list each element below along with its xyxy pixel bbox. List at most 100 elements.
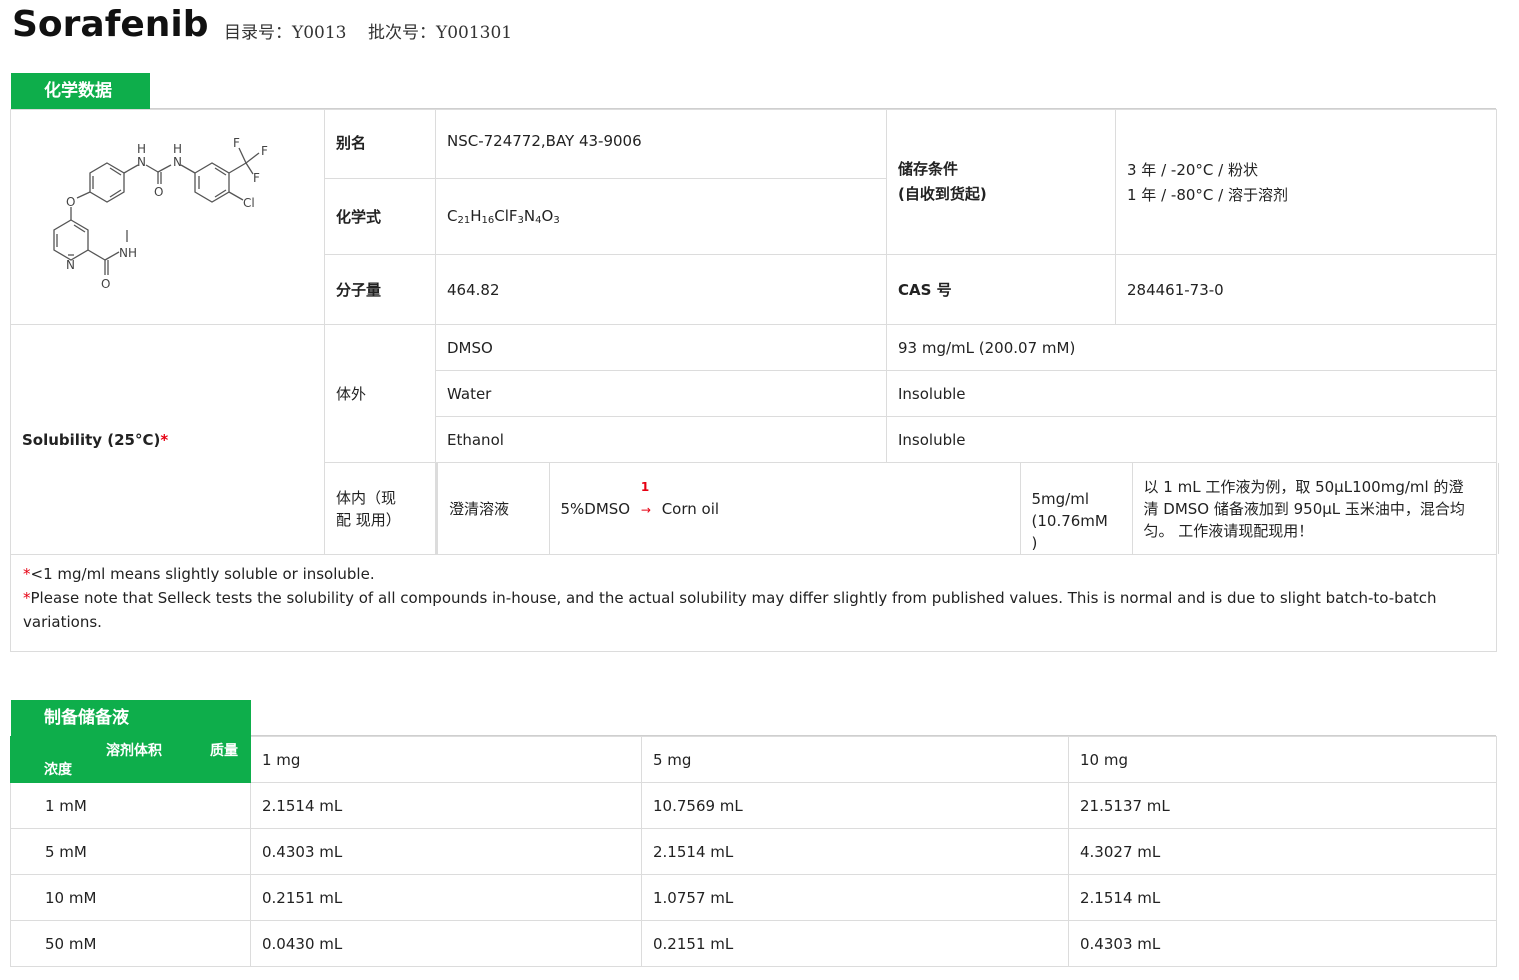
solubility-label-text: Solubility (25°C) <box>22 430 161 449</box>
table-row: 5 mM 0.4303 mL 2.1514 mL 4.3027 mL <box>10 828 1497 875</box>
header-volume: 溶剂体积 <box>106 743 162 759</box>
conc-cell: 10 mM <box>10 874 251 921</box>
desc-line: 清 DMSO 储备液加到 950μL 玉米油中，混合均 <box>1143 499 1465 518</box>
in-vivo-type: 澄清溶液 <box>436 463 550 554</box>
step-number: 1 <box>640 479 650 494</box>
solubility-dmso: 93 mg/mL (200.07 mM) <box>886 324 1497 371</box>
conc-cell: 50 mM <box>10 920 251 967</box>
formula-label: 化学式 <box>324 178 436 255</box>
solubility-notes: *<1 mg/ml means slightly soluble or inso… <box>10 553 1497 652</box>
formula-part: ClF <box>494 207 518 225</box>
table-row: 50 mM 0.0430 mL 0.2151 mL 0.4303 mL <box>10 920 1497 967</box>
stock-section-tab: 制备储备液 <box>11 700 251 736</box>
batch-number: 批次号：Y001301 <box>368 23 513 43</box>
formula-part: H <box>470 207 482 225</box>
conc-line: ) <box>1031 534 1038 552</box>
formula-component: 5%DMSO <box>560 499 631 518</box>
formula-part: O <box>541 207 554 225</box>
note-star: * <box>23 565 31 583</box>
volume-cell: 4.3027 mL <box>1068 828 1497 875</box>
product-title: Sorafenib <box>12 4 209 45</box>
storage-label-line2: (自收到货起) <box>898 185 987 203</box>
in-vitro-label: 体外 <box>324 324 436 463</box>
storage-label-line1: 储存条件 <box>898 160 959 178</box>
storage-value-line1: 3 年 / -20°C / 粉状 <box>1127 161 1258 179</box>
note-2: *Please note that Selleck tests the solu… <box>23 586 1496 634</box>
solvent-water: Water <box>435 370 887 417</box>
solvent-ethanol: Ethanol <box>435 416 887 463</box>
stock-header-corner: 溶剂体积 质量 浓度 <box>10 736 251 783</box>
mw-label: 分子量 <box>324 254 436 325</box>
chem-table: H N H N O F F F Cl O N NH O 别名 NSC-72477… <box>10 109 1497 325</box>
cas-value: 284461-73-0 <box>1115 254 1497 325</box>
structure-cell: H N H N O F F F Cl O N NH O <box>10 109 325 325</box>
storage-value-line2: 1 年 / -80°C / 溶于溶剂 <box>1127 186 1288 204</box>
atom-label: F <box>253 171 260 185</box>
in-vivo-cell: 澄清溶液 5%DMSO 1 → Corn oil 5mg/ml (10.76mM… <box>435 462 1499 555</box>
note-1: *<1 mg/ml means slightly soluble or inso… <box>23 562 1496 586</box>
volume-cell: 0.2151 mL <box>250 874 642 921</box>
mass-1mg: 1 mg <box>250 736 642 783</box>
formula-part: 21 <box>457 215 471 226</box>
mw-value: 464.82 <box>435 254 887 325</box>
in-vivo-label: 体内（现 配 现用） <box>324 462 436 555</box>
in-vivo-table: 澄清溶液 5%DMSO 1 → Corn oil 5mg/ml (10.76mM… <box>436 463 1499 554</box>
formula-value: C21H16ClF3N4O3 <box>435 178 887 255</box>
formula-part: 3 <box>553 215 560 226</box>
atom-label: O <box>66 195 75 209</box>
cas-label: CAS 号 <box>886 254 1116 325</box>
table-row: 10 mM 0.2151 mL 1.0757 mL 2.1514 mL <box>10 874 1497 921</box>
storage-value: 3 年 / -20°C / 粉状 1 年 / -80°C / 溶于溶剂 <box>1115 109 1497 255</box>
desc-line: 以 1 mL 工作液为例，取 50μL100mg/ml 的澄 <box>1143 477 1464 496</box>
formula-part: 16 <box>481 215 495 226</box>
chemical-structure-image: H N H N O F F F Cl O N NH O <box>53 136 268 291</box>
solvent-dmso: DMSO <box>435 324 887 371</box>
alias-label: 别名 <box>324 109 436 179</box>
atom-label: H <box>137 142 146 156</box>
solubility-table: Solubility (25°C)* 体外 DMSO 93 mg/mL (200… <box>10 324 1499 555</box>
note-star: * <box>23 589 31 607</box>
atom-label: O <box>154 185 163 199</box>
volume-cell: 2.1514 mL <box>250 782 642 829</box>
conc-cell: 1 mM <box>10 782 251 829</box>
atom-label: O <box>101 277 110 291</box>
atom-label: N <box>137 155 146 169</box>
volume-cell: 2.1514 mL <box>641 828 1069 875</box>
atom-label: H <box>173 142 182 156</box>
volume-cell: 2.1514 mL <box>1068 874 1497 921</box>
desc-line: 匀。 工作液请现配现用！ <box>1143 521 1314 540</box>
stock-table: 溶剂体积 质量 浓度 1 mg 5 mg 10 mg 1 mM 2.1514 m… <box>10 736 1497 967</box>
atom-label: NH <box>119 246 137 260</box>
header-concentration: 浓度 <box>44 762 72 778</box>
in-vivo-formula: 5%DMSO 1 → Corn oil <box>548 463 1021 554</box>
formula-component: Corn oil <box>661 499 720 518</box>
in-vivo-concentration: 5mg/ml (10.76mM ) <box>1019 463 1133 554</box>
table-row: 1 mM 2.1514 mL 10.7569 mL 21.5137 mL <box>10 782 1497 829</box>
in-vivo-label-line1: 体内（现 <box>336 488 397 507</box>
atom-label: N <box>173 155 182 169</box>
atom-label: Cl <box>243 196 255 210</box>
volume-cell: 0.0430 mL <box>250 920 642 967</box>
arrow-icon: → <box>640 502 651 517</box>
in-vivo-label-line2: 配 现用） <box>336 510 401 529</box>
note-text: Please note that Selleck tests the solub… <box>30 589 1437 607</box>
conc-line: 5mg/ml <box>1031 490 1090 508</box>
mass-10mg: 10 mg <box>1068 736 1497 783</box>
atom-label: N <box>66 258 75 272</box>
solubility-label: Solubility (25°C)* <box>10 324 325 555</box>
solubility-water: Insoluble <box>886 370 1497 417</box>
header-mass: 质量 <box>210 743 238 759</box>
chem-section-tab: 化学数据 <box>11 73 150 109</box>
note-text: variations. <box>23 613 102 631</box>
note-text: <1 mg/ml means slightly soluble or insol… <box>30 565 375 583</box>
formula-part: C <box>447 207 458 225</box>
volume-cell: 0.2151 mL <box>641 920 1069 967</box>
volume-cell: 10.7569 mL <box>641 782 1069 829</box>
volume-cell: 0.4303 mL <box>1068 920 1497 967</box>
volume-cell: 0.4303 mL <box>250 828 642 875</box>
storage-label: 储存条件 (自收到货起) <box>886 109 1116 255</box>
atom-label: F <box>261 144 268 158</box>
solubility-asterisk: * <box>160 430 169 449</box>
in-vivo-description: 以 1 mL 工作液为例，取 50μL100mg/ml 的澄 清 DMSO 储备… <box>1131 463 1499 554</box>
solubility-ethanol: Insoluble <box>886 416 1497 463</box>
